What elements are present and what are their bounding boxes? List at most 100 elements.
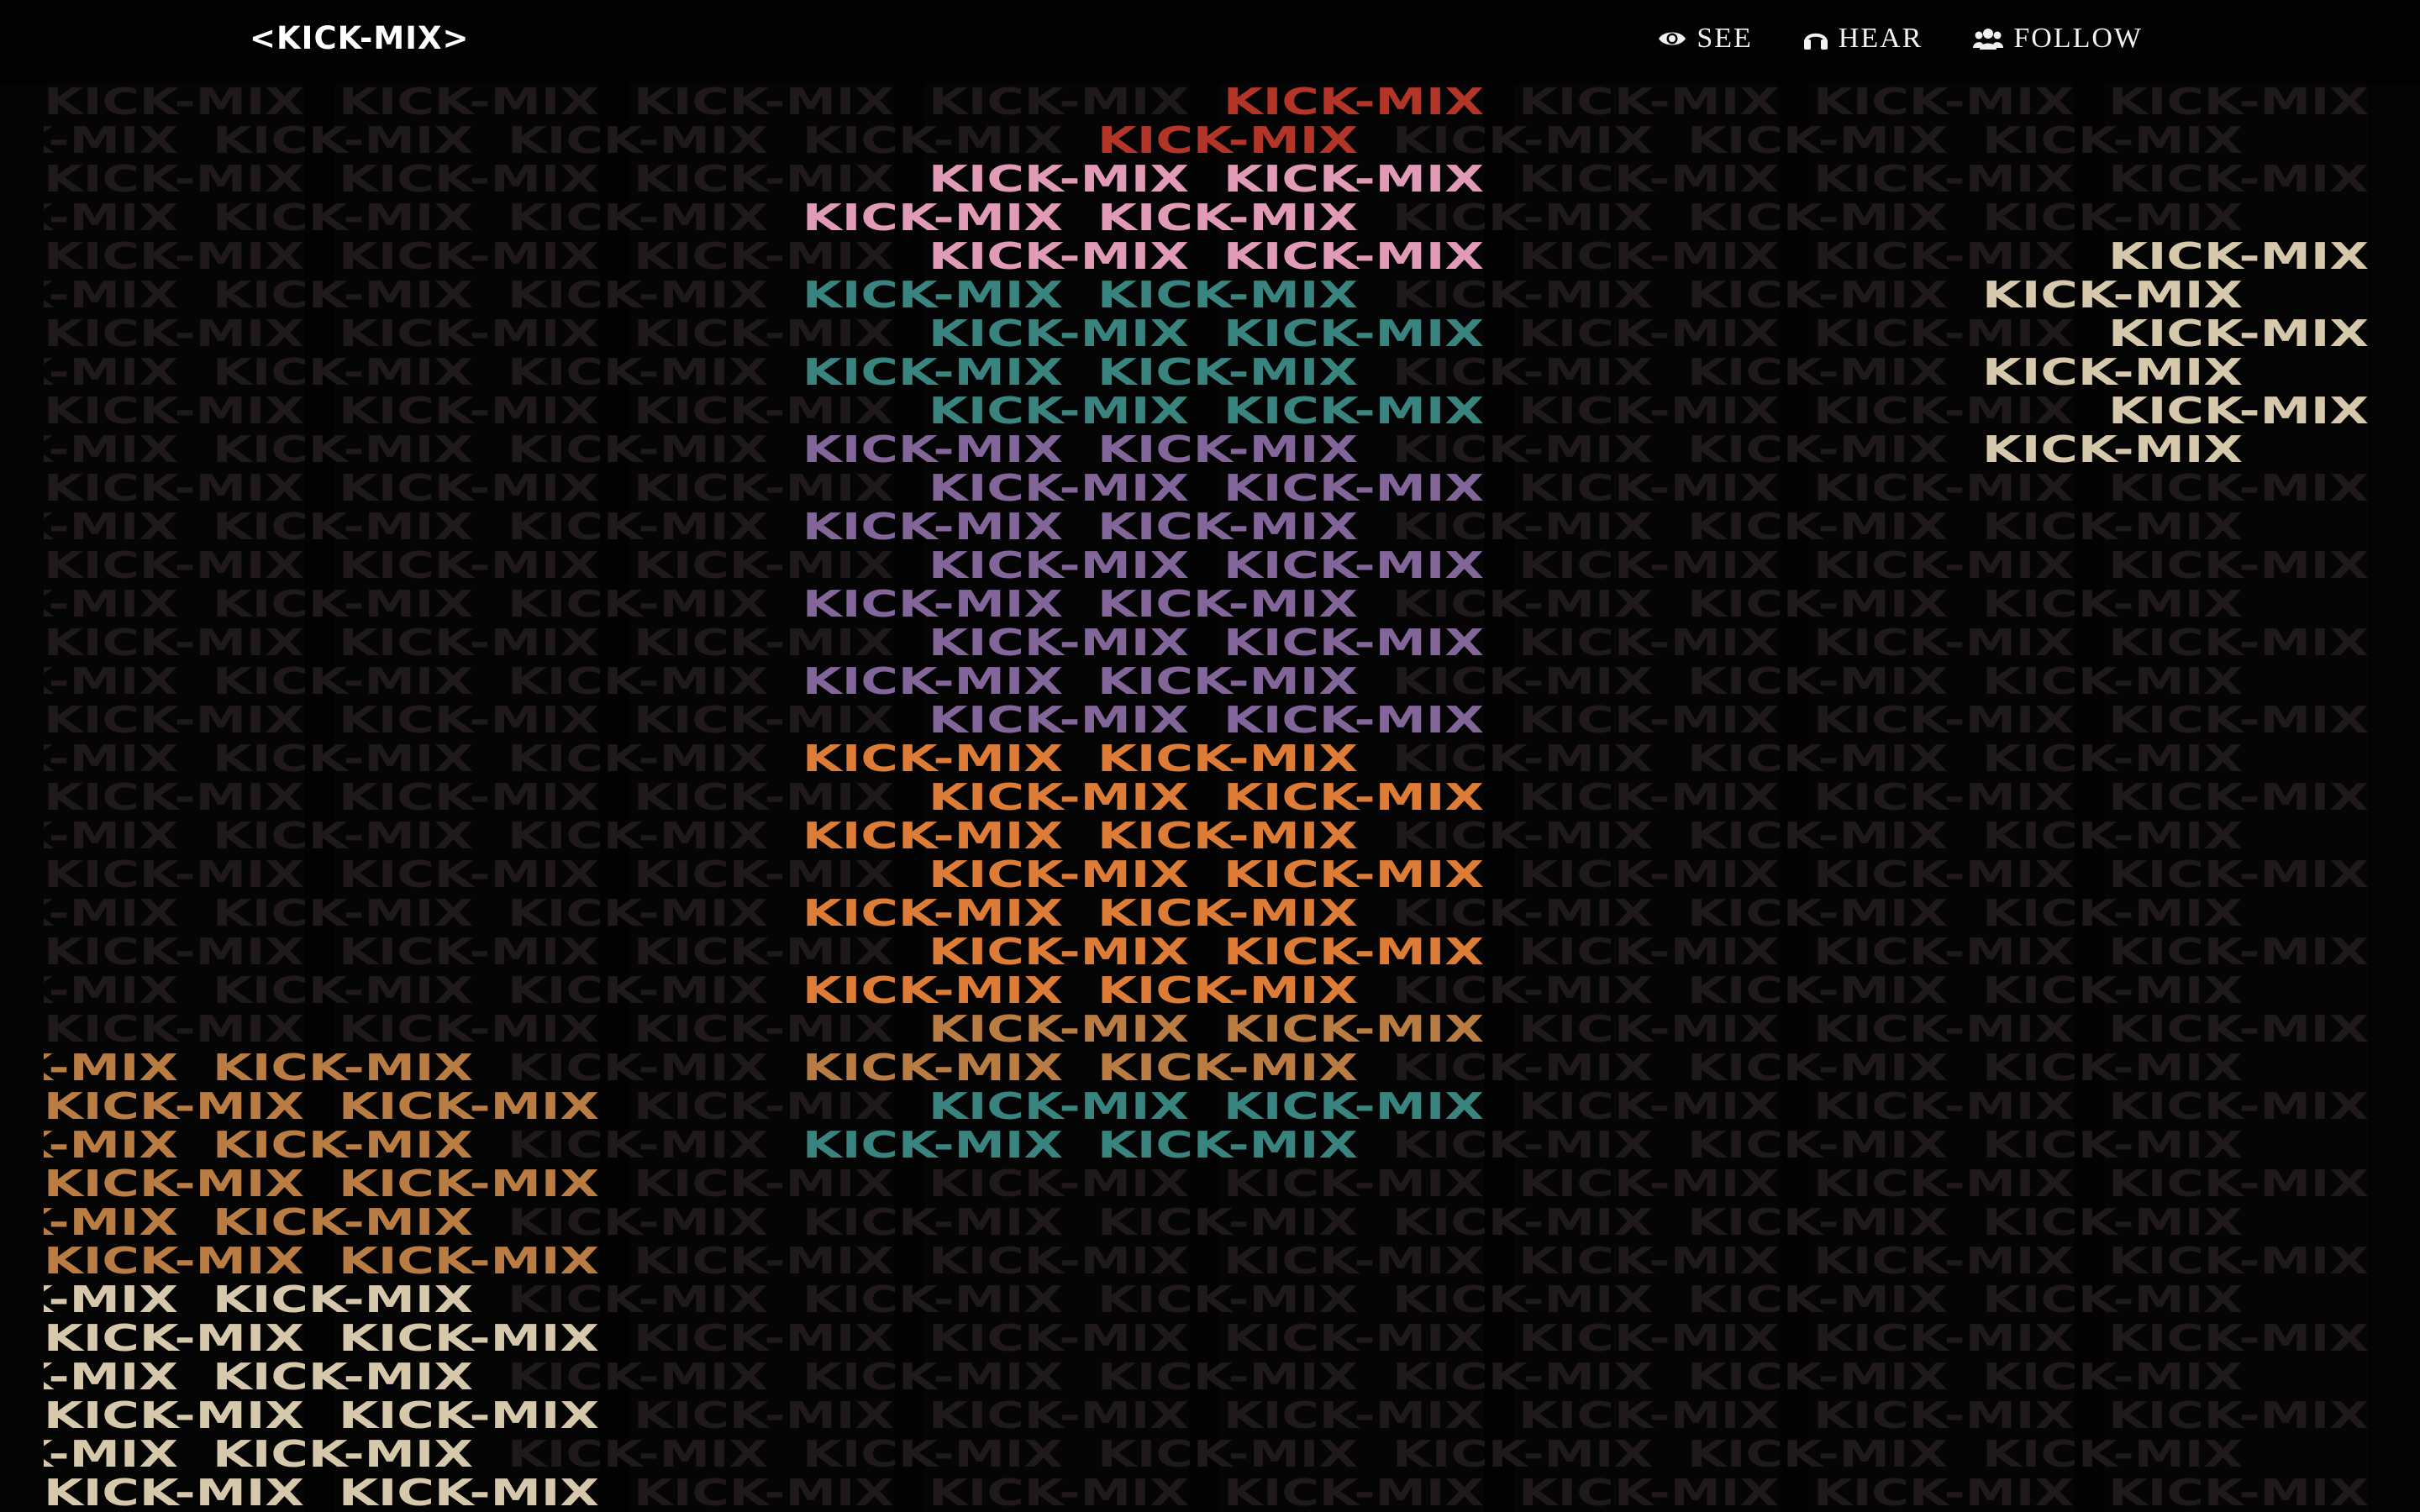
mosaic-word: KICK-MIX (339, 1008, 599, 1051)
mosaic-word: KICK-MIX (1518, 1394, 1779, 1437)
mosaic-word: KICK-MIX (213, 119, 473, 162)
mosaic-word: KICK-MIX (1097, 583, 1358, 626)
mosaic-word: KICK-MIX (1982, 274, 2243, 317)
mosaic-word: KICK-MIX (1982, 351, 2243, 394)
mosaic-word: KICK-MIX (44, 506, 178, 549)
mosaic-word: KICK-MIX (1223, 1472, 1484, 1512)
mosaic-word: KICK-MIX (1687, 738, 1948, 780)
mosaic-word: KICK-MIX (1223, 390, 1484, 433)
mosaic-word: KICK-MIX (508, 1201, 768, 1244)
mosaic-word: KICK-MIX (44, 351, 178, 394)
mosaic-word: KICK-MIX (1097, 892, 1358, 935)
nav-follow-link[interactable]: FOLLOW (1973, 23, 2143, 55)
mosaic-word: KICK-MIX (634, 312, 894, 355)
mosaic-word: KICK-MIX (213, 738, 473, 780)
mosaic-word: KICK-MIX (1982, 969, 2243, 1012)
mosaic-word: KICK-MIX (1223, 622, 1484, 664)
mosaic-word: KICK-MIX (1982, 1047, 2243, 1089)
mosaic-word: KICK-MIX (929, 1394, 1189, 1437)
mosaic-word: KICK-MIX (44, 699, 304, 742)
mosaic-word: KICK-MIX (1392, 119, 1653, 162)
mosaic-word: KICK-MIX (1518, 622, 1779, 664)
mosaic-word: KICK-MIX (213, 815, 473, 858)
mosaic-word: KICK-MIX (1097, 969, 1358, 1012)
mosaic-word: KICK-MIX (634, 158, 894, 201)
mosaic-word: KICK-MIX (802, 506, 1063, 549)
mosaic-word: KICK-MIX (1097, 1433, 1358, 1476)
mosaic-word: KICK-MIX (44, 622, 304, 664)
mosaic-word: KICK-MIX (213, 1201, 473, 1244)
mosaic-word: KICK-MIX (929, 312, 1189, 355)
mosaic-word: KICK-MIX (1687, 428, 1948, 471)
mosaic-word: KICK-MIX (339, 235, 599, 278)
mosaic-word: KICK-MIX (213, 1356, 473, 1399)
mosaic-word: KICK-MIX (1813, 853, 2074, 896)
mosaic-word: KICK-MIX (802, 351, 1063, 394)
mosaic-word: KICK-MIX (339, 776, 599, 819)
mosaic-word: KICK-MIX (634, 1163, 894, 1205)
mosaic-word: KICK-MIX (1392, 428, 1653, 471)
mosaic-word: KICK-MIX (1813, 622, 2074, 664)
mosaic-word: KICK-MIX (634, 1008, 894, 1051)
mosaic-word: KICK-MIX (634, 467, 894, 510)
mosaic-word: KICK-MIX (1392, 1433, 1653, 1476)
mosaic-word: KICK-MIX (634, 931, 894, 974)
mosaic-word: KICK-MIX (44, 1433, 178, 1476)
mosaic-word: KICK-MIX (929, 776, 1189, 819)
mosaic-word: KICK-MIX (1813, 235, 2074, 278)
mosaic-word: KICK-MIX (339, 84, 599, 123)
mosaic-word: KICK-MIX (1097, 1278, 1358, 1321)
mosaic-word: KICK-MIX (929, 84, 1189, 123)
mosaic-word: KICK-MIX (802, 197, 1063, 239)
mosaic-word: KICK-MIX (1982, 506, 2243, 549)
mosaic-word: KICK-MIX (802, 1356, 1063, 1399)
mosaic-word: KICK-MIX (929, 853, 1189, 896)
mosaic-word: KICK-MIX (1982, 660, 2243, 703)
mosaic-word: KICK-MIX (1518, 1240, 1779, 1283)
mosaic-word: KICK-MIX (508, 274, 768, 317)
mosaic-word: KICK-MIX (634, 1240, 894, 1283)
mosaic-word: KICK-MIX (508, 1433, 768, 1476)
mosaic-word: KICK-MIX (1223, 699, 1484, 742)
mosaic-word: KICK-MIX (44, 119, 178, 162)
mosaic-word: KICK-MIX (1518, 544, 1779, 587)
mosaic-word: KICK-MIX (1813, 1394, 2074, 1437)
mosaic-word: KICK-MIX (1982, 1201, 2243, 1244)
mosaic-word: KICK-MIX (634, 853, 894, 896)
mosaic-word: KICK-MIX (508, 1356, 768, 1399)
mosaic-word: KICK-MIX (339, 699, 599, 742)
mosaic-word: KICK-MIX (339, 853, 599, 896)
mosaic-word: KICK-MIX (634, 1472, 894, 1512)
mosaic-word: KICK-MIX (802, 1278, 1063, 1321)
mosaic-word: KICK-MIX (1223, 84, 1484, 123)
mosaic-word: KICK-MIX (44, 815, 178, 858)
mosaic-word: KICK-MIX (339, 931, 599, 974)
mosaic-word: KICK-MIX (2108, 1394, 2369, 1437)
mosaic-word: KICK-MIX (1223, 312, 1484, 355)
mosaic-word: KICK-MIX (929, 1163, 1189, 1205)
mosaic-word: KICK-MIX (44, 1163, 304, 1205)
mosaic-word: KICK-MIX (802, 1201, 1063, 1244)
mosaic-word: KICK-MIX (1982, 738, 2243, 780)
mosaic-word: KICK-MIX (213, 969, 473, 1012)
mosaic-word: KICK-MIX (1518, 312, 1779, 355)
mosaic-word: KICK-MIX (44, 738, 178, 780)
mosaic-word: KICK-MIX (802, 969, 1063, 1012)
mosaic-word: KICK-MIX (1392, 660, 1653, 703)
mosaic-column-gap (2369, 84, 2371, 1512)
mosaic-word: KICK-MIX (1687, 119, 1948, 162)
mosaic-word: KICK-MIX (1097, 738, 1358, 780)
mosaic-word: KICK-MIX (1223, 1008, 1484, 1051)
mosaic-word: KICK-MIX (1097, 197, 1358, 239)
mosaic-word: KICK-MIX (929, 1008, 1189, 1051)
mosaic-word: KICK-MIX (1687, 1278, 1948, 1321)
mosaic-word: KICK-MIX (802, 1433, 1063, 1476)
mosaic-word: KICK-MIX (802, 583, 1063, 626)
brand-logo-link[interactable]: <KICK-MIX> (250, 15, 470, 62)
mosaic-word: KICK-MIX (1223, 544, 1484, 587)
nav-hear-link[interactable]: HEAR (1803, 23, 1923, 55)
nav-see-link[interactable]: SEE (1658, 23, 1752, 55)
top-navigation-bar: <KICK-MIX> SEE HEAR FOLLOW (0, 0, 2420, 84)
mosaic-word: KICK-MIX (1813, 699, 2074, 742)
mosaic-word: KICK-MIX (44, 1394, 304, 1437)
